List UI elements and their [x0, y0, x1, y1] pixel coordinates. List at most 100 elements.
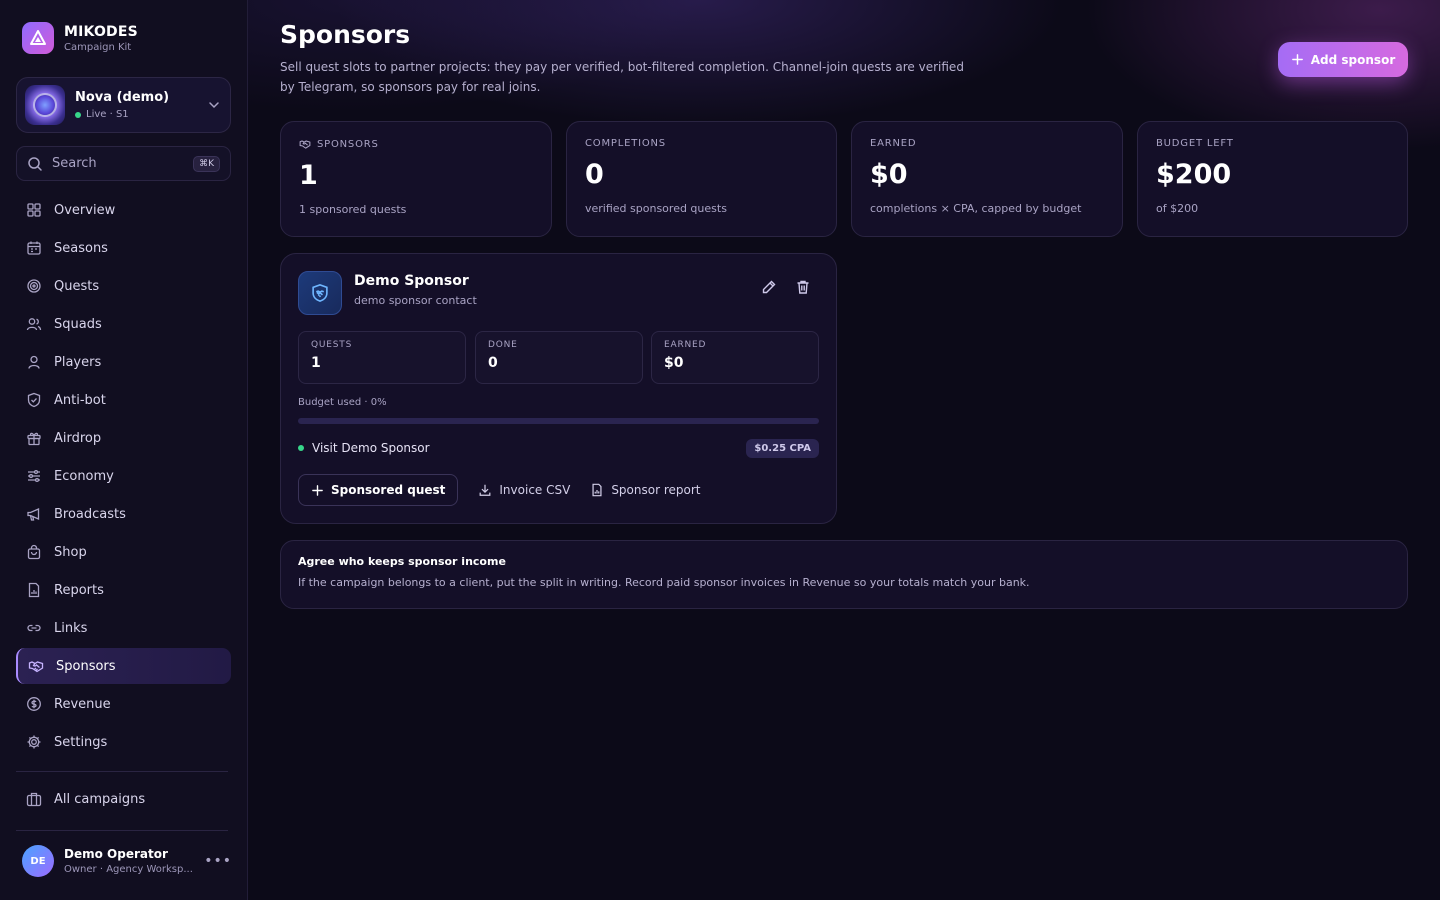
metric-value: $0 [664, 355, 684, 371]
chevron-down-icon [209, 102, 219, 109]
button-label: Sponsor report [611, 483, 701, 497]
sidebar-item-label: Sponsors [56, 658, 116, 674]
sidebar-item-label: All campaigns [54, 791, 146, 807]
sidebar-item-label: Players [54, 354, 102, 370]
shield-check-icon [27, 392, 41, 408]
budget-progress-bar [298, 418, 819, 424]
stat-card-sponsors: SPONSORS 1 1 sponsored quests [280, 121, 552, 237]
sidebar-item-reports[interactable]: Reports [16, 572, 231, 608]
user-menu[interactable]: DE Demo Operator Owner · Agency Worksp..… [22, 845, 232, 877]
campaign-status: Live · S1 [75, 109, 206, 120]
cpa-badge: $0.25 CPA [746, 438, 819, 458]
search-shortcut: ⌘K [193, 155, 220, 172]
user-role: Owner · Agency Worksp... [64, 864, 193, 875]
budget-used-label: Budget used · 0% [298, 397, 387, 408]
dollar-circle-icon [27, 697, 41, 711]
bag-icon [27, 544, 41, 560]
sidebar-divider [16, 771, 228, 772]
stat-label: COMPLETIONS [585, 138, 666, 149]
download-icon [479, 484, 491, 496]
stat-value: $0 [870, 159, 908, 190]
brand-tagline: Campaign Kit [64, 41, 132, 53]
brand[interactable]: MIKODES Campaign Kit [22, 22, 138, 54]
target-icon [27, 279, 41, 293]
logo-icon [22, 22, 54, 54]
sidebar-item-sponsors[interactable]: Sponsors [16, 648, 231, 684]
sidebar-item-airdrop[interactable]: Airdrop [16, 420, 231, 456]
sidebar-item-anti-bot[interactable]: Anti-bot [16, 382, 231, 418]
sidebar-nav: Overview Seasons Quests Squads Players A… [16, 192, 231, 762]
sidebar-item-links[interactable]: Links [16, 610, 231, 646]
sidebar-item-label: Seasons [54, 240, 108, 256]
sidebar-item-revenue[interactable]: Revenue [16, 686, 231, 722]
metric-value: 0 [488, 355, 498, 371]
invoice-csv-button[interactable]: Invoice CSV [478, 483, 570, 497]
sidebar-item-quests[interactable]: Quests [16, 268, 231, 304]
stat-value: 0 [585, 159, 604, 190]
user-name: Demo Operator [64, 847, 168, 861]
sidebar-item-economy[interactable]: Economy [16, 458, 231, 494]
report-icon [28, 582, 40, 598]
sidebar-divider [16, 830, 228, 831]
sponsor-avatar [298, 271, 342, 315]
stat-label: EARNED [870, 138, 917, 149]
handshake-icon [28, 661, 44, 673]
stat-sub: of $200 [1156, 202, 1199, 215]
grid-icon [27, 203, 41, 217]
sidebar-item-all-campaigns[interactable]: All campaigns [16, 781, 231, 817]
search-input[interactable]: Search ⌘K [16, 146, 231, 181]
stat-sub: 1 sponsored quests [299, 203, 407, 216]
add-sponsor-button[interactable]: Add sponsor [1278, 42, 1408, 77]
sponsor-name: Demo Sponsor [354, 273, 469, 289]
sidebar-item-players[interactable]: Players [16, 344, 231, 380]
report-icon [592, 483, 602, 497]
stat-card-completions: COMPLETIONS 0 verified sponsored quests [566, 121, 837, 237]
sliders-icon [28, 469, 40, 483]
pencil-icon[interactable] [761, 279, 777, 295]
users-icon [26, 318, 42, 331]
metric-label: DONE [488, 340, 518, 350]
sidebar-item-overview[interactable]: Overview [16, 192, 231, 228]
add-sponsored-quest-button[interactable]: Sponsored quest [298, 474, 459, 506]
sponsor-income-note: Agree who keeps sponsor income If the ca… [280, 540, 1408, 609]
campaign-switcher[interactable]: Nova (demo) Live · S1 [16, 77, 231, 133]
more-icon[interactable]: ••• [204, 853, 232, 869]
note-title: Agree who keeps sponsor income [298, 555, 506, 568]
button-label: Sponsored quest [331, 483, 446, 497]
sidebar-item-settings[interactable]: Settings [16, 724, 231, 760]
add-sponsor-label: Add sponsor [1310, 52, 1396, 67]
sponsor-metric-done: DONE 0 [475, 331, 643, 384]
brand-name: MIKODES [64, 23, 138, 40]
sidebar-item-label: Anti-bot [54, 392, 106, 408]
note-text: If the campaign belongs to a client, put… [298, 576, 1030, 589]
campaign-name: Nova (demo) [75, 90, 170, 105]
sidebar-item-label: Settings [54, 734, 108, 750]
sidebar-item-label: Overview [54, 202, 116, 218]
avatar: DE [22, 845, 54, 877]
sidebar-item-broadcasts[interactable]: Broadcasts [16, 496, 231, 532]
sidebar-item-label: Revenue [54, 696, 111, 712]
stat-card-budget-left: BUDGET LEFT $200 of $200 [1137, 121, 1408, 237]
metric-value: 1 [311, 355, 321, 371]
sponsor-card: Demo Sponsor demo sponsor contact QUESTS… [280, 253, 837, 524]
plus-icon [312, 484, 323, 496]
sponsor-report-button[interactable]: Sponsor report [590, 483, 701, 497]
sidebar-item-shop[interactable]: Shop [16, 534, 231, 570]
sponsored-quest-row[interactable]: Visit Demo Sponsor $0.25 CPA [298, 437, 819, 459]
megaphone-icon [27, 508, 40, 521]
page-description: Sell quest slots to partner projects: th… [280, 60, 964, 94]
active-dot-icon [298, 445, 304, 451]
sidebar-item-squads[interactable]: Squads [16, 306, 231, 342]
stat-sub: completions × CPA, capped by budget [870, 202, 1082, 215]
sponsor-metric-quests: QUESTS 1 [298, 331, 466, 384]
search-placeholder: Search [52, 156, 97, 171]
sidebar-item-label: Links [54, 620, 88, 636]
page-title: Sponsors [280, 20, 411, 49]
trash-icon[interactable] [795, 279, 811, 295]
sidebar-item-seasons[interactable]: Seasons [16, 230, 231, 266]
campaign-status-text: Live · S1 [86, 109, 129, 120]
briefcase-icon [26, 792, 42, 807]
plus-icon [1291, 54, 1303, 65]
sidebar-item-label: Broadcasts [54, 506, 126, 522]
sponsor-contact: demo sponsor contact [354, 294, 477, 307]
